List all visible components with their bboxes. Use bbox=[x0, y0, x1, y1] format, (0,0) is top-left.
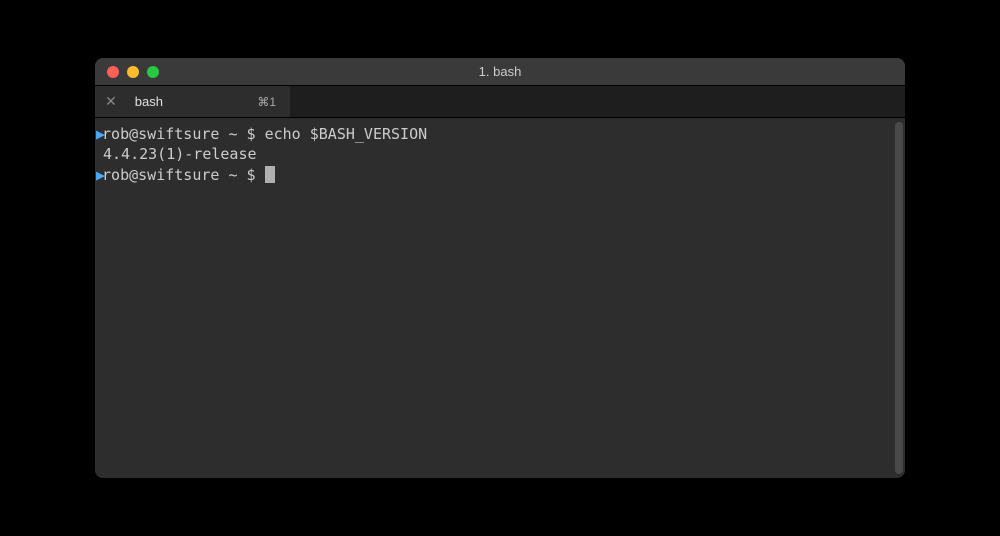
tab-bash[interactable]: ✕ bash ⌘1 bbox=[95, 86, 290, 117]
prompt-user-host: rob@swiftsure bbox=[102, 166, 219, 184]
terminal-line-1: ▶rob@swiftsure ~ $ echo $BASH_VERSION bbox=[103, 124, 897, 144]
tab-bar: ✕ bash ⌘1 bbox=[95, 86, 905, 118]
command-text: echo $BASH_VERSION bbox=[265, 125, 428, 143]
scrollbar[interactable] bbox=[895, 122, 903, 474]
tab-close-icon[interactable]: ✕ bbox=[105, 93, 117, 110]
close-window-button[interactable] bbox=[107, 66, 119, 78]
terminal-body[interactable]: ▶rob@swiftsure ~ $ echo $BASH_VERSION 4.… bbox=[95, 118, 905, 478]
terminal-output: 4.4.23(1)-release bbox=[103, 144, 897, 164]
tab-label: bash bbox=[135, 94, 258, 109]
tab-shortcut: ⌘1 bbox=[257, 95, 276, 109]
prompt-path: ~ bbox=[228, 166, 237, 184]
prompt-dollar: $ bbox=[247, 125, 256, 143]
terminal-line-prompt: ▶rob@swiftsure ~ $ bbox=[103, 165, 897, 185]
prompt-user-host: rob@swiftsure bbox=[102, 125, 219, 143]
cursor bbox=[265, 166, 275, 183]
minimize-window-button[interactable] bbox=[127, 66, 139, 78]
title-bar[interactable]: 1. bash bbox=[95, 58, 905, 86]
terminal-window: 1. bash ✕ bash ⌘1 ▶rob@swiftsure ~ $ ech… bbox=[95, 58, 905, 478]
window-title: 1. bash bbox=[95, 64, 905, 79]
maximize-window-button[interactable] bbox=[147, 66, 159, 78]
prompt-dollar: $ bbox=[247, 166, 256, 184]
prompt-path: ~ bbox=[228, 125, 237, 143]
traffic-lights bbox=[95, 66, 159, 78]
